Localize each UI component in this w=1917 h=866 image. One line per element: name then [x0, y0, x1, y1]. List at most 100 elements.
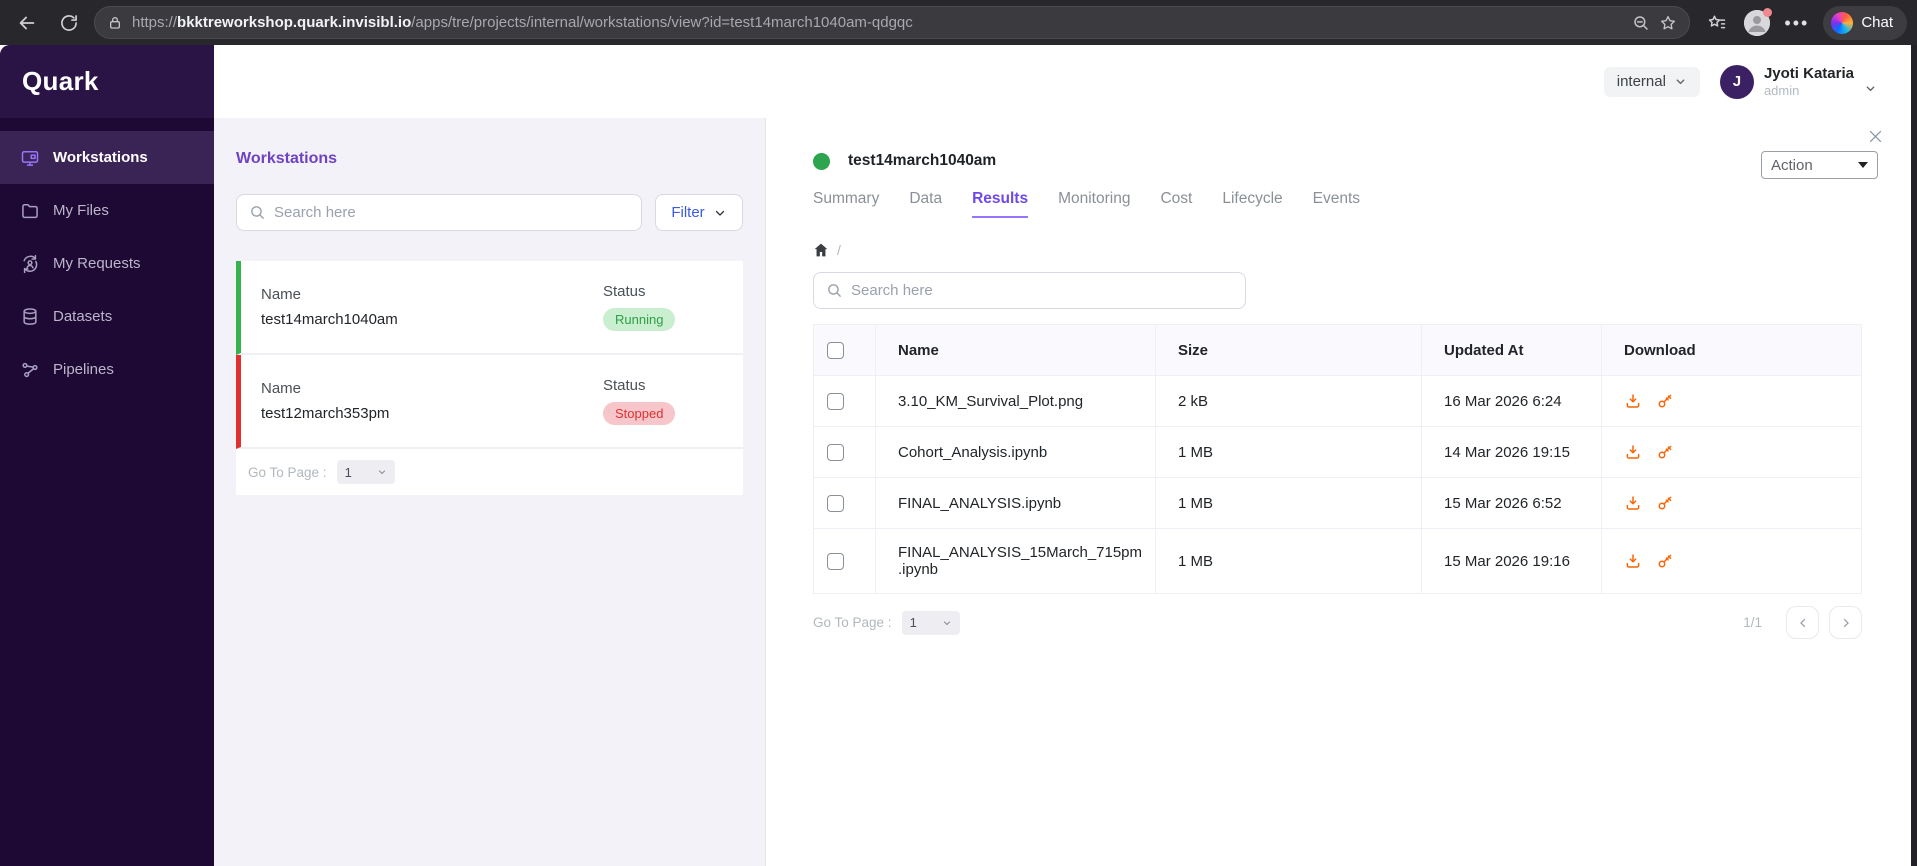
status-badge: Stopped [603, 402, 676, 425]
refresh-icon[interactable] [52, 6, 86, 40]
status-label: Status [603, 377, 646, 394]
project-selector[interactable]: internal [1603, 66, 1700, 97]
copilot-chat-button[interactable]: Chat [1823, 5, 1907, 40]
app-header: internal J Jyoti Kataria admin [214, 45, 1917, 118]
workstations-search-input[interactable] [274, 204, 629, 221]
column-header-updated: Updated At [1422, 325, 1602, 375]
back-icon[interactable] [10, 6, 44, 40]
results-search[interactable] [813, 272, 1246, 309]
file-name: 3.10_KM_Survival_Plot.png [876, 376, 1156, 426]
next-page-button[interactable] [1829, 606, 1862, 639]
file-size: 1 MB [1156, 529, 1422, 593]
tab-summary[interactable]: Summary [813, 190, 879, 218]
sidebar-item-label: Datasets [53, 308, 113, 325]
workstation-name: test14march1040am [261, 311, 398, 328]
action-label: Action [1771, 156, 1813, 174]
key-icon[interactable] [1656, 392, 1674, 410]
goto-page-label: Go To Page : [248, 464, 327, 480]
status-label: Status [603, 283, 646, 300]
page-select[interactable]: 1 [901, 610, 960, 635]
sidebar-item-label: My Requests [53, 255, 141, 272]
filter-button[interactable]: Filter [655, 194, 743, 231]
download-icon[interactable] [1624, 552, 1642, 570]
download-icon[interactable] [1624, 443, 1642, 461]
status-badge: Running [603, 308, 676, 331]
workstation-list: Name test14march1040am Status Running Na… [236, 261, 743, 495]
favorite-star-icon[interactable] [1659, 14, 1677, 32]
download-icon[interactable] [1624, 392, 1642, 410]
chat-label: Chat [1861, 14, 1893, 31]
browser-actions: ••• Chat [1698, 5, 1907, 40]
lock-icon [107, 15, 123, 31]
breadcrumb-separator: / [837, 242, 841, 258]
user-sync-icon [20, 254, 40, 274]
tab-lifecycle[interactable]: Lifecycle [1222, 190, 1282, 218]
nodes-icon [20, 360, 40, 380]
row-checkbox[interactable] [827, 443, 844, 461]
zoom-out-icon[interactable] [1632, 14, 1650, 32]
file-updated: 16 Mar 2026 6:24 [1422, 376, 1602, 426]
workstations-panel: Workstations Filter Name [214, 118, 766, 866]
home-icon[interactable] [813, 242, 829, 258]
row-checkbox[interactable] [827, 392, 844, 410]
file-size: 2 kB [1156, 376, 1422, 426]
browser-menu-icon[interactable]: ••• [1784, 14, 1809, 32]
running-status-dot [813, 152, 830, 170]
file-size: 1 MB [1156, 478, 1422, 528]
tab-cost[interactable]: Cost [1160, 190, 1192, 218]
row-checkbox[interactable] [827, 494, 844, 512]
workstation-card-running[interactable]: Name test14march1040am Status Running [236, 261, 743, 355]
results-search-input[interactable] [851, 282, 1233, 299]
monitor-icon [20, 148, 40, 168]
key-icon[interactable] [1656, 494, 1674, 512]
sidebar-item-my-files[interactable]: My Files [0, 184, 214, 237]
file-updated: 15 Mar 2026 6:52 [1422, 478, 1602, 528]
scrollbar-track [1911, 45, 1917, 866]
tab-results[interactable]: Results [972, 190, 1029, 218]
sidebar-item-pipelines[interactable]: Pipelines [0, 343, 214, 396]
file-name: FINAL_ANALYSIS.ipynb [876, 478, 1156, 528]
tab-events[interactable]: Events [1313, 190, 1360, 218]
url-text[interactable]: https://bkktreworkshop.quark.invisibl.io… [132, 14, 1623, 31]
column-header-download: Download [1624, 341, 1696, 359]
user-avatar: J [1719, 64, 1754, 99]
sidebar-item-label: My Files [53, 202, 109, 219]
profile-notification-dot [1763, 7, 1773, 17]
file-updated: 14 Mar 2026 19:15 [1422, 427, 1602, 477]
download-icon[interactable] [1624, 494, 1642, 512]
page-select[interactable]: 1 [336, 460, 395, 484]
favorites-hub-icon[interactable] [1704, 6, 1730, 40]
browser-profile-avatar[interactable] [1744, 7, 1773, 36]
browser-toolbar: https://bkktreworkshop.quark.invisibl.io… [0, 0, 1917, 45]
logo-container: Quark [0, 45, 214, 118]
breadcrumb: / [813, 242, 1878, 258]
search-icon [251, 206, 264, 219]
workstations-search[interactable] [236, 194, 642, 231]
workstation-name: test12march353pm [261, 405, 390, 422]
close-icon[interactable] [1867, 128, 1884, 145]
tab-monitoring[interactable]: Monitoring [1058, 190, 1130, 218]
name-label: Name [261, 286, 302, 303]
sidebar-item-workstations[interactable]: Workstations [0, 131, 214, 184]
goto-page-label: Go To Page : [813, 615, 892, 630]
page-select-value: 1 [344, 464, 352, 480]
tab-data[interactable]: Data [909, 190, 942, 218]
panel-pagination: Go To Page : 1 [236, 449, 743, 495]
key-icon[interactable] [1656, 443, 1674, 461]
address-bar[interactable]: https://bkktreworkshop.quark.invisibl.io… [94, 6, 1691, 39]
table-row: FINAL_ANALYSIS_15March_715pm.ipynb 1 MB … [814, 529, 1861, 594]
previous-page-button[interactable] [1786, 606, 1819, 639]
select-all-checkbox[interactable] [827, 341, 844, 359]
user-menu[interactable]: J Jyoti Kataria admin [1719, 64, 1877, 99]
table-row: 3.10_KM_Survival_Plot.png 2 kB 16 Mar 20… [814, 376, 1861, 427]
sidebar-item-my-requests[interactable]: My Requests [0, 237, 214, 290]
sidebar-item-datasets[interactable]: Datasets [0, 290, 214, 343]
row-checkbox[interactable] [827, 552, 844, 570]
name-label: Name [261, 380, 302, 397]
chevron-down-icon [1676, 79, 1685, 85]
key-icon[interactable] [1656, 552, 1674, 570]
dropdown-arrow-icon [1858, 162, 1868, 168]
panel-title: Workstations [236, 150, 338, 167]
action-dropdown[interactable]: Action [1761, 151, 1878, 179]
workstation-card-stopped[interactable]: Name test12march353pm Status Stopped [236, 355, 743, 449]
